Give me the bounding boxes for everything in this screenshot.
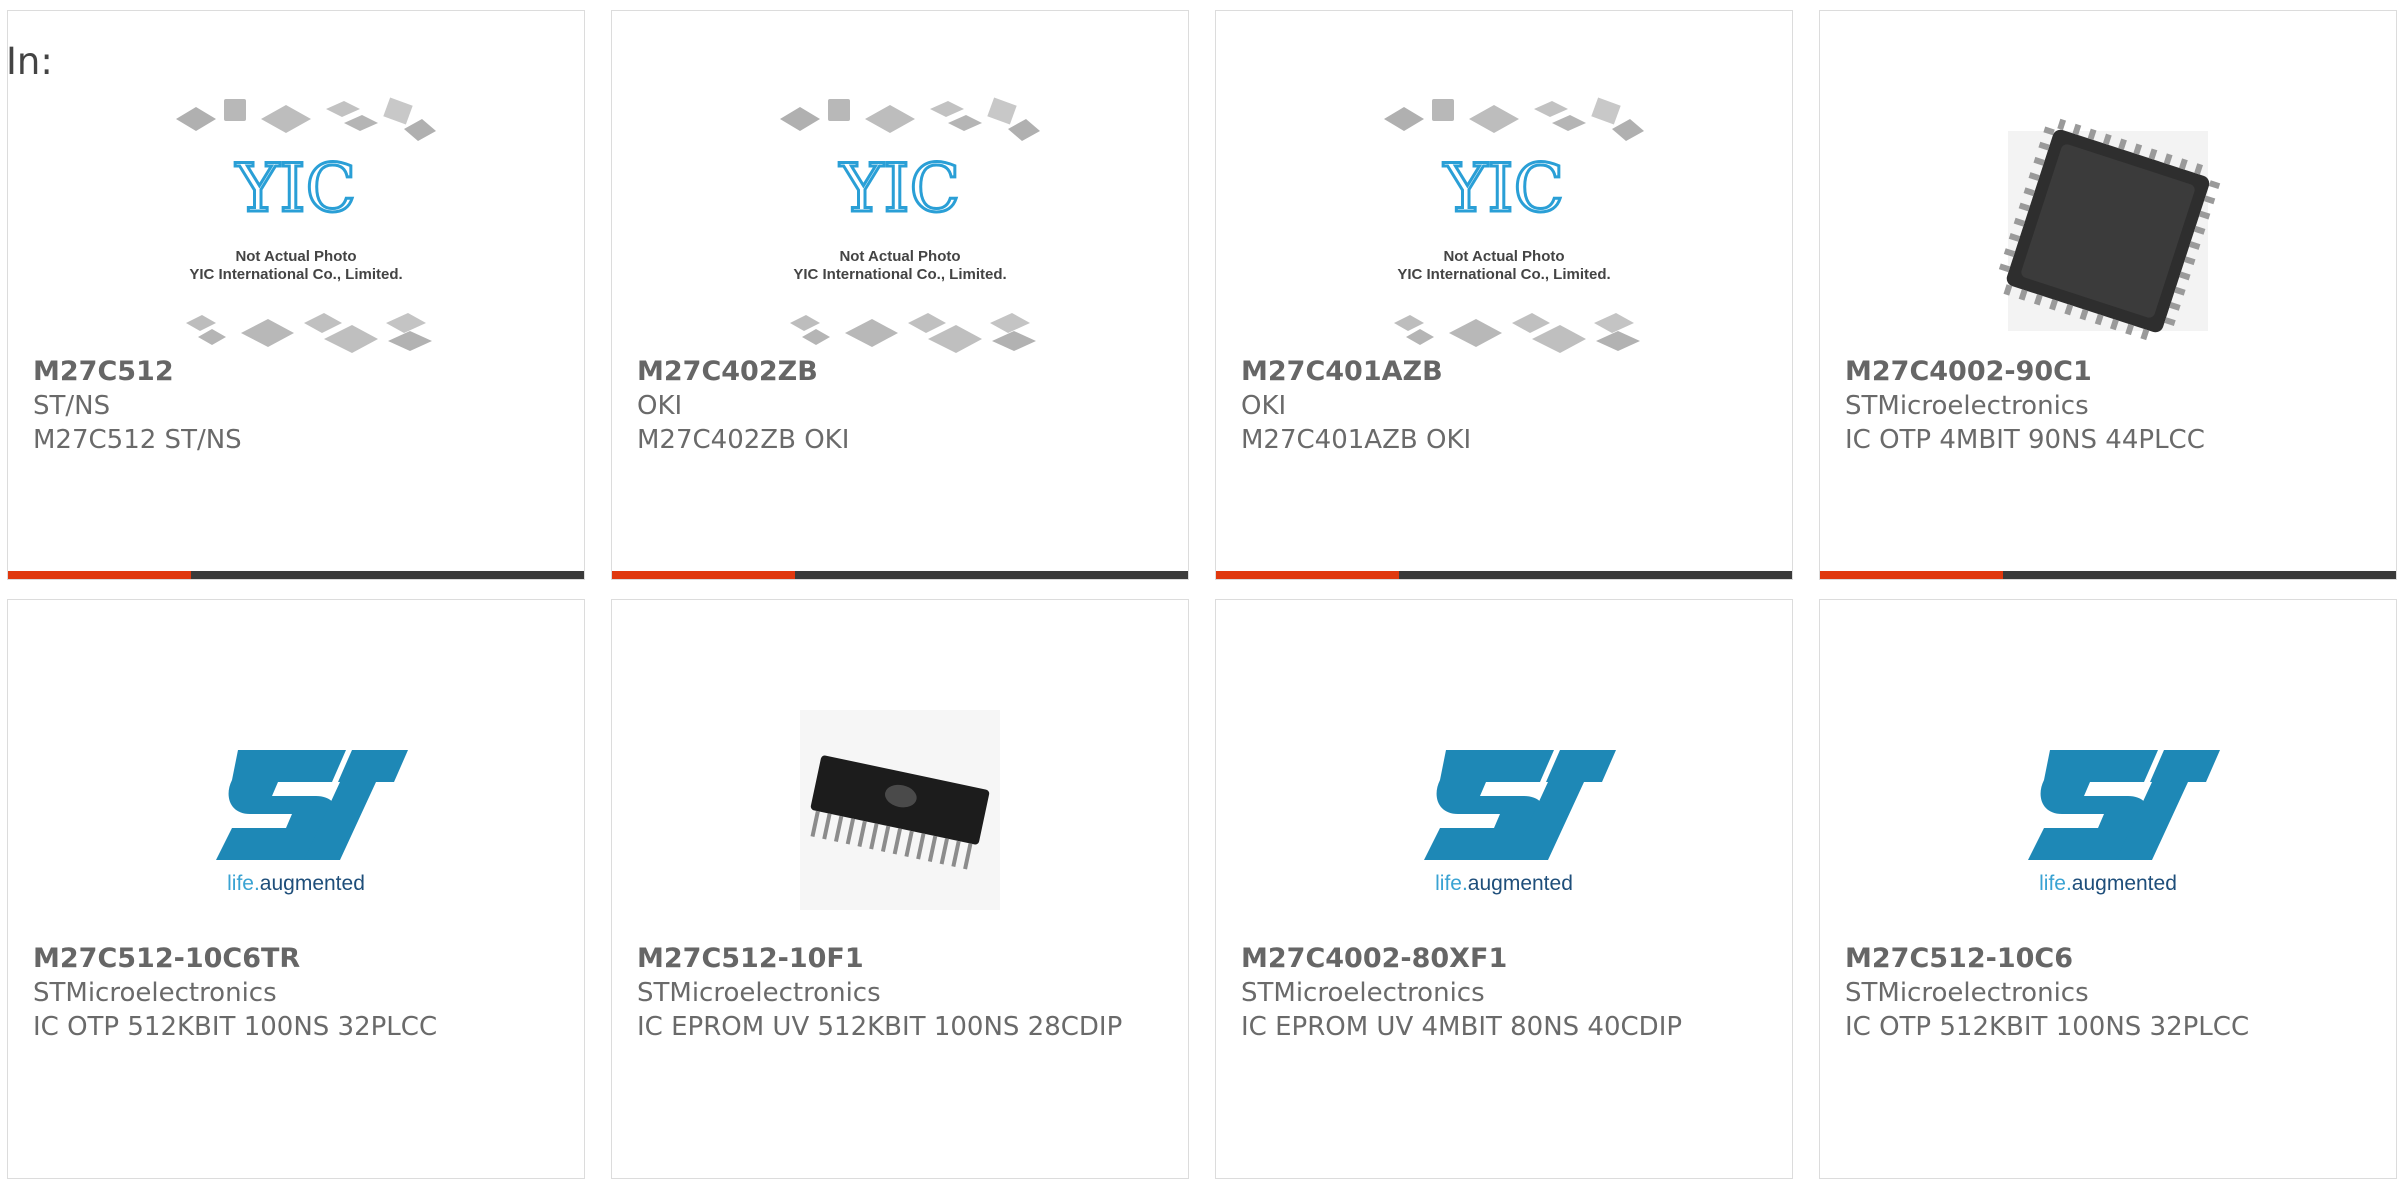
card-bar [8, 571, 584, 579]
manufacturer: STMicroelectronics [1845, 978, 2089, 1008]
svg-text:Not Actual Photo: Not Actual Photo [839, 248, 960, 265]
part-number-link[interactable]: M27C401AZB [1241, 355, 1767, 389]
product-card[interactable]: YIC Not Actual Photo YIC International C… [7, 10, 585, 580]
st-logo-image: life.augmented [2028, 750, 2220, 895]
svg-text:Not Actual Photo: Not Actual Photo [235, 248, 356, 265]
svg-text:YIC: YIC [1443, 150, 1564, 227]
yic-placeholder-image: YIC Not Actual Photo YIC International C… [780, 97, 1040, 353]
product-card[interactable]: M27C512-10F1 STMicroelectronics IC EPROM… [611, 599, 1189, 1179]
part-number-link[interactable]: M27C512-10C6 [1845, 942, 2371, 976]
card-bar-accent [1216, 571, 1399, 579]
in-label: In: [6, 40, 53, 83]
svg-text:YIC: YIC [235, 150, 356, 227]
card-bar [1216, 571, 1792, 579]
product-card[interactable]: M27C4002-90C1 STMicroelectronics IC OTP … [1819, 10, 2397, 580]
manufacturer: OKI [1241, 391, 1287, 421]
part-number-link[interactable]: M27C402ZB [637, 355, 1163, 389]
part-number-link[interactable]: M27C4002-80XF1 [1241, 942, 1767, 976]
description: M27C401AZB OKI [1241, 425, 1472, 455]
product-card[interactable]: life.augmented M27C512-10C6 STMicroelect… [1819, 599, 2397, 1179]
card-bar-accent [1820, 571, 2003, 579]
part-number-link[interactable]: M27C512-10F1 [637, 942, 1163, 976]
product-grid: YIC Not Actual Photo YIC International C… [0, 0, 2400, 1179]
manufacturer: OKI [637, 391, 683, 421]
manufacturer: STMicroelectronics [637, 978, 881, 1008]
svg-text:life.augmented: life.augmented [2039, 872, 2177, 895]
st-logo-image: life.augmented [1424, 750, 1616, 895]
description: IC EPROM UV 512KBIT 100NS 28CDIP [637, 1012, 1123, 1042]
manufacturer: STMicroelectronics [1241, 978, 1485, 1008]
product-card[interactable]: YIC Not Actual Photo YIC International C… [611, 10, 1189, 580]
cdip-chip-image [800, 710, 1000, 910]
card-bar-accent [8, 571, 191, 579]
manufacturer: STMicroelectronics [1845, 391, 2089, 421]
manufacturer: STMicroelectronics [33, 978, 277, 1008]
plcc-chip-image [1998, 118, 2221, 341]
description: IC OTP 512KBIT 100NS 32PLCC [1845, 1012, 2250, 1042]
part-number-link[interactable]: M27C512 [33, 355, 559, 389]
product-card[interactable]: life.augmented M27C4002-80XF1 STMicroele… [1215, 599, 1793, 1179]
card-bar [612, 571, 1188, 579]
part-number-link[interactable]: M27C4002-90C1 [1845, 355, 2371, 389]
description: IC OTP 4MBIT 90NS 44PLCC [1845, 425, 2205, 455]
description: M27C512 ST/NS [33, 425, 242, 455]
description: IC OTP 512KBIT 100NS 32PLCC [33, 1012, 438, 1042]
card-bar-accent [612, 571, 795, 579]
svg-text:YIC International Co., Limited: YIC International Co., Limited. [189, 266, 402, 283]
card-bar [1820, 571, 2396, 579]
svg-text:YIC International Co., Limited: YIC International Co., Limited. [1397, 266, 1610, 283]
svg-text:life.augmented: life.augmented [227, 872, 365, 895]
yic-placeholder-image: YIC Not Actual Photo YIC International C… [1384, 97, 1644, 353]
svg-text:Not Actual Photo: Not Actual Photo [1443, 248, 1564, 265]
svg-text:life.augmented: life.augmented [1435, 872, 1573, 895]
manufacturer: ST/NS [33, 391, 111, 421]
description: IC EPROM UV 4MBIT 80NS 40CDIP [1241, 1012, 1683, 1042]
svg-text:YIC International Co., Limited: YIC International Co., Limited. [793, 266, 1006, 283]
st-logo-image: life.augmented [216, 750, 408, 895]
svg-text:YIC: YIC [839, 150, 960, 227]
product-card[interactable]: life.augmented M27C512-10C6TR STMicroele… [7, 599, 585, 1179]
yic-placeholder-image: YIC Not Actual Photo YIC International C… [176, 97, 436, 353]
product-card[interactable]: YIC Not Actual Photo YIC International C… [1215, 10, 1793, 580]
description: M27C402ZB OKI [637, 425, 850, 455]
part-number-link[interactable]: M27C512-10C6TR [33, 942, 559, 976]
